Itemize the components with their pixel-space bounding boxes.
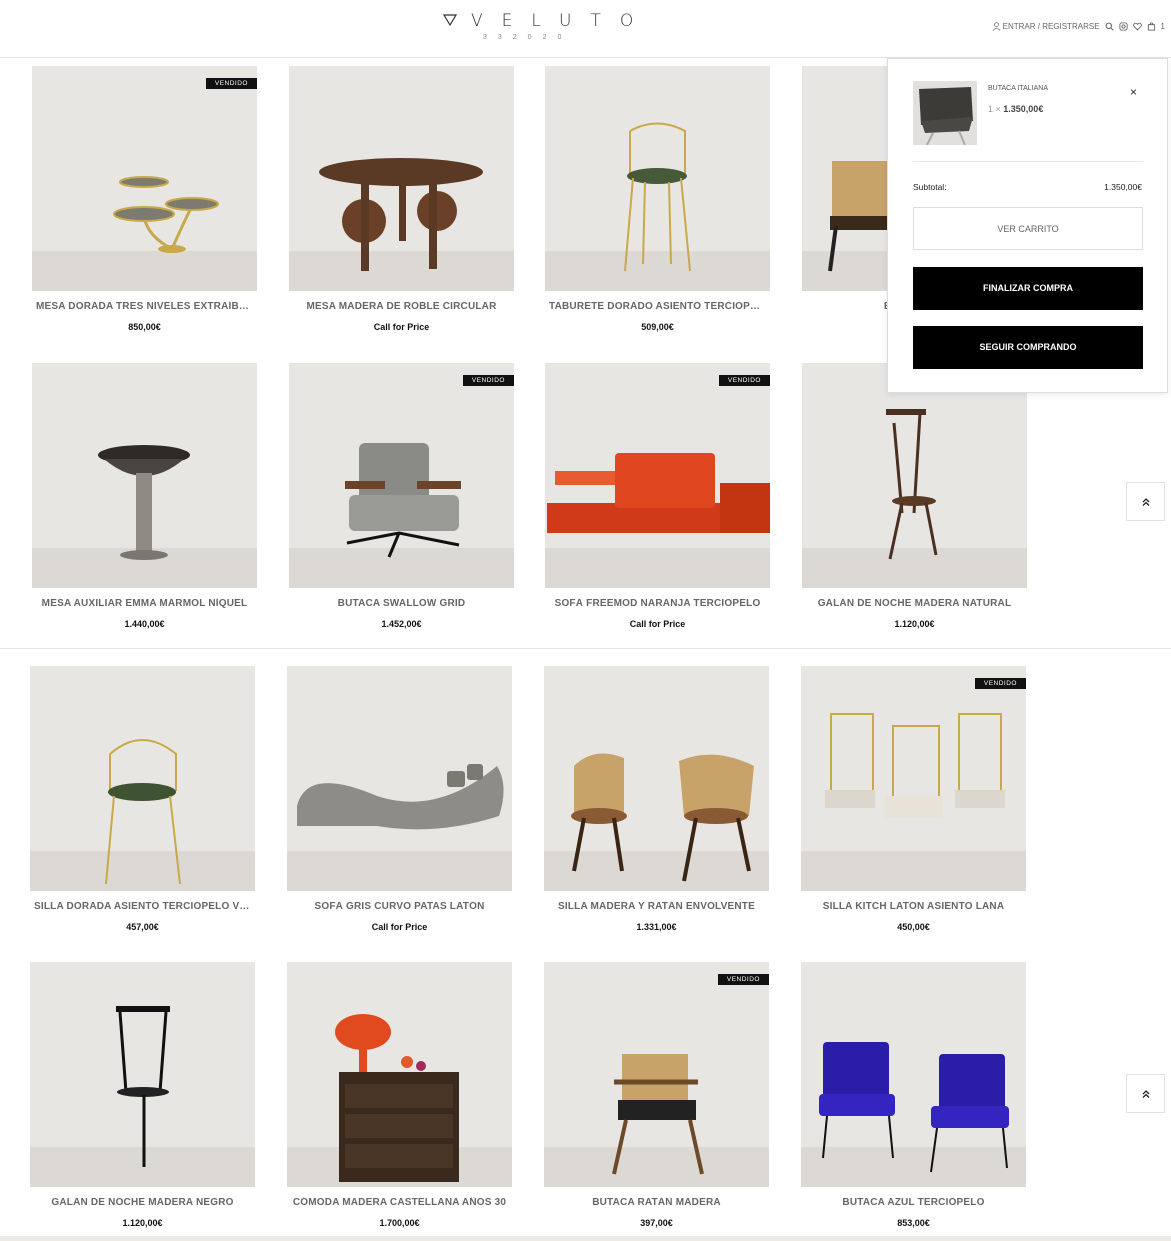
product-image[interactable] bbox=[32, 363, 257, 588]
mini-cart-item-price: 1.350,00€ bbox=[1003, 104, 1044, 114]
section-divider bbox=[0, 648, 1171, 649]
view-cart-button[interactable]: VER CARRITO bbox=[913, 207, 1143, 250]
mini-cart-thumbnail[interactable] bbox=[913, 81, 977, 145]
product-price: 1.120,00€ bbox=[894, 619, 935, 629]
product-card[interactable]: VENDIDO SILLA KITCH LATÓN ASIENTO LANA 450… bbox=[801, 666, 1026, 932]
logo-triangle-icon bbox=[443, 14, 457, 26]
product-card[interactable]: MESA AUXILIAR EMMA MÁRMOL NÍQUEL 1.440,00… bbox=[32, 363, 257, 629]
product-price: 853,00€ bbox=[897, 1218, 930, 1228]
product-card[interactable]: SILLA DORADA ASIENTO TERCIOPELO VERDE 457… bbox=[30, 666, 255, 932]
product-price: 1.452,00€ bbox=[381, 619, 422, 629]
product-name[interactable]: SOFÁ FREEMOD NARANJA TERCIOPELO bbox=[545, 598, 770, 609]
product-card[interactable]: VENDIDO BUTACA SWALLOW GRID 1.452,00€ bbox=[289, 363, 514, 629]
logo-wordmark: VELUTO bbox=[471, 11, 653, 31]
product-name[interactable]: BUTACA AZUL TERCIOPELO bbox=[801, 1197, 1026, 1208]
continue-shopping-button[interactable]: SEGUIR COMPRANDO bbox=[913, 326, 1143, 369]
product-image[interactable] bbox=[287, 962, 512, 1187]
remove-item-button[interactable]: × bbox=[1130, 85, 1137, 99]
double-chevron-up-icon bbox=[1142, 1089, 1149, 1098]
product-image[interactable] bbox=[287, 666, 512, 891]
product-name[interactable]: SOFÁ GRIS CURVO PATAS LATÓN bbox=[287, 901, 512, 912]
checkout-button[interactable]: FINALIZAR COMPRA bbox=[913, 267, 1143, 310]
product-card[interactable]: BUTACA AZUL TERCIOPELO 853,00€ bbox=[801, 962, 1026, 1228]
product-name[interactable]: SILLA DORADA ASIENTO TERCIOPELO VERDE bbox=[30, 901, 255, 912]
product-price: 397,00€ bbox=[640, 1218, 673, 1228]
double-chevron-up-icon bbox=[1142, 497, 1149, 506]
product-price: Call for Price bbox=[629, 619, 686, 629]
sold-badge: VENDIDO bbox=[974, 678, 1026, 689]
product-image[interactable] bbox=[30, 666, 255, 891]
product-name[interactable]: BUTACA RATÁN MADERA bbox=[544, 1197, 769, 1208]
product-name[interactable]: SILLA KITCH LATÓN ASIENTO LANA bbox=[801, 901, 1026, 912]
mini-cart-item-name[interactable]: BUTACA ITALIANA bbox=[988, 85, 1048, 92]
logo[interactable]: VELUTO 332020 bbox=[443, 10, 633, 46]
product-image[interactable] bbox=[545, 66, 770, 291]
product-price: Call for Price bbox=[373, 322, 430, 332]
product-image[interactable] bbox=[544, 666, 769, 891]
product-price: 1.440,00€ bbox=[124, 619, 165, 629]
product-card[interactable]: GALÁN DE NOCHE MADERA NATURAL 1.120,00€ bbox=[802, 363, 1027, 629]
product-card[interactable]: SOFÁ GRIS CURVO PATAS LATÓN Call for Pric… bbox=[287, 666, 512, 932]
product-price: Call for Price bbox=[371, 922, 428, 932]
header-tools: ENTRAR / REGISTRARSE 1 bbox=[992, 22, 1165, 31]
sold-badge: VENDIDO bbox=[462, 375, 514, 386]
product-price: 850,00€ bbox=[128, 322, 161, 332]
product-image[interactable] bbox=[801, 962, 1026, 1187]
instagram-icon[interactable] bbox=[1119, 22, 1128, 31]
product-price: 450,00€ bbox=[897, 922, 930, 932]
product-name[interactable]: MESA MADERA DE ROBLE CIRCULAR bbox=[289, 301, 514, 312]
scroll-top-button[interactable] bbox=[1126, 1074, 1165, 1113]
product-card[interactable]: VENDIDO BUTACA RATÁN MADERA 397,00€ bbox=[544, 962, 769, 1228]
product-name[interactable]: SILLA MADERA Y RATÁN ENVOLVENTE bbox=[544, 901, 769, 912]
bottom-strip bbox=[0, 1236, 1171, 1241]
scroll-top-button[interactable] bbox=[1126, 482, 1165, 521]
logo-subtext: 332020 bbox=[483, 34, 573, 41]
product-image[interactable]: VENDIDO bbox=[32, 66, 257, 291]
product-card[interactable]: MESA MADERA DE ROBLE CIRCULAR Call for Pr… bbox=[289, 66, 514, 332]
mini-cart-separator bbox=[913, 161, 1143, 162]
product-price: 1.120,00€ bbox=[122, 1218, 163, 1228]
product-name[interactable]: CÓMODA MADERA CASTELLANA AÑOS 30 bbox=[287, 1197, 512, 1208]
mini-cart-item-qty: 1 × 1.350,00€ bbox=[988, 104, 1043, 114]
mini-cart: BUTACA ITALIANA 1 × 1.350,00€ × Subtotal… bbox=[887, 58, 1168, 393]
search-icon[interactable] bbox=[1105, 22, 1114, 31]
product-image[interactable] bbox=[30, 962, 255, 1187]
product-card[interactable]: SILLA MADERA Y RATÁN ENVOLVENTE 1.331,00€ bbox=[544, 666, 769, 932]
product-image[interactable] bbox=[802, 363, 1027, 588]
product-image[interactable]: VENDIDO bbox=[801, 666, 1026, 891]
product-name[interactable]: BUTACA SWALLOW GRID bbox=[289, 598, 514, 609]
mini-cart-qty-label: 1 × bbox=[988, 104, 1001, 114]
product-name[interactable]: MESA AUXILIAR EMMA MÁRMOL NÍQUEL bbox=[32, 598, 257, 609]
product-price: 457,00€ bbox=[126, 922, 159, 932]
user-icon bbox=[992, 22, 1001, 31]
heart-icon[interactable] bbox=[1132, 22, 1142, 31]
cart-count: 1 bbox=[1160, 22, 1165, 31]
login-label: ENTRAR / REGISTRARSE bbox=[1002, 22, 1100, 31]
subtotal-value: 1.350,00€ bbox=[1104, 182, 1142, 192]
product-card[interactable]: VENDIDO SOFÁ FREEMOD NARANJA TERCIOPELO Ca… bbox=[545, 363, 770, 629]
sold-badge: VENDIDO bbox=[205, 78, 257, 89]
product-price: 509,00€ bbox=[641, 322, 674, 332]
product-name[interactable]: GALÁN DE NOCHE MADERA NATURAL bbox=[802, 598, 1027, 609]
subtotal-label: Subtotal: bbox=[913, 182, 947, 192]
product-name[interactable]: MESA DORADA TRES NIVELES EXTRAÍBLE... bbox=[32, 301, 257, 312]
sold-badge: VENDIDO bbox=[717, 974, 769, 985]
product-image[interactable]: VENDIDO bbox=[545, 363, 770, 588]
sold-badge: VENDIDO bbox=[718, 375, 770, 386]
cart-icon[interactable] bbox=[1147, 22, 1156, 31]
product-card[interactable]: GALÁN DE NOCHE MADERA NEGRO 1.120,00€ bbox=[30, 962, 255, 1228]
product-card[interactable]: VENDIDO MESA DORADA TRES NIVELES EXTRAÍBL… bbox=[32, 66, 257, 332]
product-card[interactable]: TABURETE DORADO ASIENTO TERCIOPEL... 509,… bbox=[545, 66, 770, 332]
site-header: VELUTO 332020 ENTRAR / REGISTRARSE 1 bbox=[0, 0, 1171, 58]
product-card[interactable]: CÓMODA MADERA CASTELLANA AÑOS 30 1.700,00… bbox=[287, 962, 512, 1228]
login-link[interactable]: ENTRAR / REGISTRARSE bbox=[992, 22, 1100, 31]
product-image[interactable]: VENDIDO bbox=[289, 363, 514, 588]
product-price: 1.700,00€ bbox=[379, 1218, 420, 1228]
product-price: 1.331,00€ bbox=[636, 922, 677, 932]
product-image[interactable] bbox=[289, 66, 514, 291]
product-name[interactable]: GALÁN DE NOCHE MADERA NEGRO bbox=[30, 1197, 255, 1208]
product-name[interactable]: TABURETE DORADO ASIENTO TERCIOPEL... bbox=[545, 301, 770, 312]
product-image[interactable]: VENDIDO bbox=[544, 962, 769, 1187]
